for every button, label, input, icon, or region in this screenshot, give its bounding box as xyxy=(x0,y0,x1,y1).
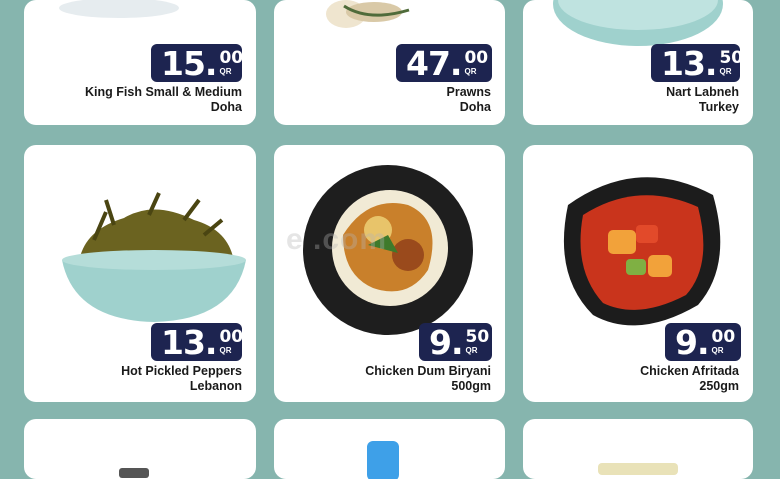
product-name-line2: Doha xyxy=(459,100,491,114)
product-card-king-fish[interactable]: 15. 00 QR King Fish Small & Medium Doha xyxy=(24,0,256,125)
product-name-line1: Nart Labneh xyxy=(666,85,739,99)
product-image-partial xyxy=(598,463,678,475)
price-currency: QR xyxy=(464,67,477,76)
product-name-line1: Hot Pickled Peppers xyxy=(121,364,242,378)
watermark: e .com xyxy=(286,223,388,256)
price-decimal: 00 xyxy=(219,327,244,347)
king-fish-image xyxy=(59,0,179,18)
price-decimal: 00 xyxy=(711,327,736,347)
price-currency: QR xyxy=(465,346,478,355)
price-decimal: 00 xyxy=(464,48,489,68)
product-card-chicken-dum-biryani[interactable]: 9. 50 QR Chicken Dum Biryani 500gm xyxy=(274,145,505,402)
product-name-line2: Turkey xyxy=(698,100,739,114)
price-tag: 47. 00 QR xyxy=(396,44,492,82)
product-card-partial-2[interactable] xyxy=(274,419,505,479)
price-currency: QR xyxy=(219,67,232,76)
product-name: Chicken Afritada 250gm xyxy=(640,364,739,394)
price-decimal: 50 xyxy=(465,327,490,347)
blue-drink-image xyxy=(367,441,399,479)
price-main: 47. xyxy=(406,43,462,83)
product-name-line2: Doha xyxy=(210,100,242,114)
price-currency: QR xyxy=(711,346,724,355)
product-name-line1: Chicken Afritada xyxy=(640,364,739,378)
product-name: Chicken Dum Biryani 500gm xyxy=(365,364,491,394)
price-main: 9. xyxy=(429,322,463,362)
product-image-partial xyxy=(119,468,149,478)
price-main: 13. xyxy=(661,43,717,83)
product-name-line1: Chicken Dum Biryani xyxy=(365,364,491,378)
labneh-bowl-image xyxy=(553,0,723,46)
price-decimal: 50 xyxy=(719,48,744,68)
product-name-line1: Prawns xyxy=(446,85,491,99)
price-currency: QR xyxy=(719,67,732,76)
price-tag: 9. 50 QR xyxy=(419,323,492,361)
price-tag: 13. 00 QR xyxy=(151,322,244,362)
product-name: King Fish Small & Medium Doha xyxy=(85,85,242,115)
prawns-image xyxy=(326,0,410,28)
product-card-hot-pickled-peppers[interactable]: 13. 00 QR Hot Pickled Peppers Lebanon xyxy=(24,145,256,402)
price-main: 15. xyxy=(161,43,217,83)
price-tag: 15. 00 QR xyxy=(151,43,244,83)
product-name: Prawns Doha xyxy=(447,85,491,115)
product-card-partial-3[interactable] xyxy=(523,419,753,479)
product-card-chicken-afritada[interactable]: 9. 00 QR Chicken Afritada 250gm xyxy=(523,145,753,402)
product-card-partial-1[interactable] xyxy=(24,419,256,479)
pickled-peppers-bowl-image xyxy=(62,192,246,322)
price-tag: 13. 50 QR xyxy=(651,43,744,83)
price-tag: 9. 00 QR xyxy=(665,323,741,361)
price-currency: QR xyxy=(219,346,232,355)
product-name-line2: 250gm xyxy=(699,379,739,393)
product-name: Hot Pickled Peppers Lebanon xyxy=(121,364,242,394)
product-card-prawns[interactable]: 47. 00 QR Prawns Doha xyxy=(274,0,505,125)
product-name: Nart Labneh Turkey xyxy=(666,85,739,115)
product-name-line2: 500gm xyxy=(451,379,491,393)
price-main: 9. xyxy=(675,322,709,362)
price-main: 13. xyxy=(161,322,217,362)
product-card-nart-labneh[interactable]: 13. 50 QR Nart Labneh Turkey xyxy=(523,0,753,125)
price-decimal: 00 xyxy=(219,48,244,68)
product-name-line2: Lebanon xyxy=(189,379,242,393)
product-name-line1: King Fish Small & Medium xyxy=(85,85,242,99)
afritada-bowl-image xyxy=(563,177,721,326)
